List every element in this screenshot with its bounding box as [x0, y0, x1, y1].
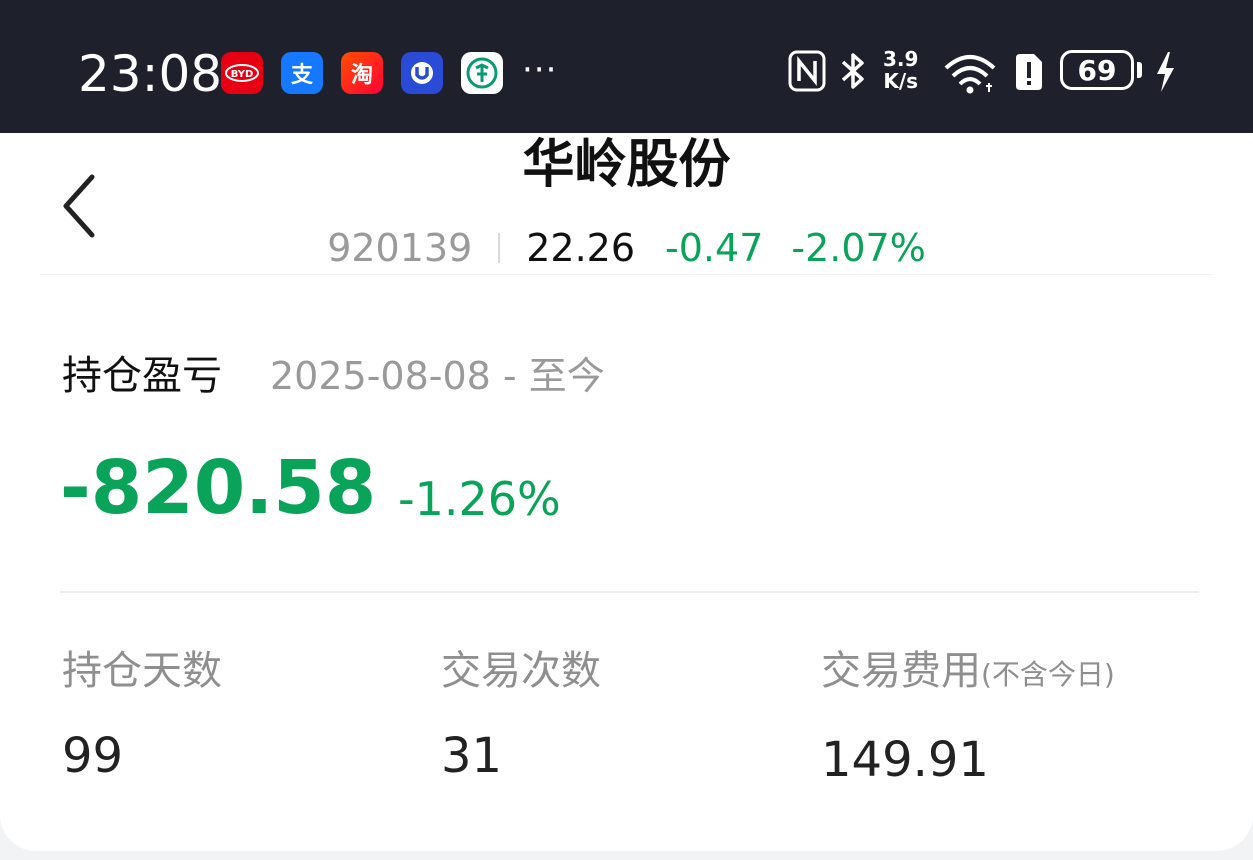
stat-trade-count: 交易次数 31 — [441, 645, 601, 785]
wifi-icon — [942, 50, 998, 98]
stock-code: 920139 — [327, 226, 473, 270]
price-change: -0.47 — [665, 226, 764, 270]
byd-icon: BYD — [221, 52, 263, 94]
pnl-percent: -1.26% — [398, 472, 561, 526]
alipay-icon: 支 — [281, 52, 323, 94]
charging-icon — [1152, 50, 1178, 98]
stat-trade-fees: 交易费用(不含今日) 149.91 — [821, 645, 1115, 789]
stat-value: 99 — [62, 728, 124, 784]
pnl-date-range: 2025-08-08 - 至今 — [270, 354, 605, 398]
stock-name: 华岭股份 — [522, 135, 731, 195]
position-card: 华岭股份 920139 22.26 -0.47 -2.07% 持仓盈亏 2025… — [0, 133, 1253, 851]
stat-holding-days: 持仓天数 99 — [62, 645, 222, 785]
quote-separator — [498, 233, 501, 263]
bluetooth-icon — [838, 50, 868, 96]
nfc-icon — [788, 50, 826, 96]
status-time: 23:08 — [78, 45, 223, 103]
stat-value: 31 — [441, 728, 503, 784]
stat-label-text: 交易次数 — [441, 648, 601, 694]
taobao-icon: 淘 — [341, 52, 383, 94]
price-change-pct: -2.07% — [791, 226, 926, 270]
status-bar: 23:08 BYD 支 淘 ··· 3.9 K/s 69 — [0, 0, 1253, 133]
svg-text:BYD: BYD — [231, 69, 254, 80]
alipay-glyph: 支 — [290, 63, 313, 88]
stat-value: 149.91 — [821, 732, 989, 788]
header-divider — [40, 274, 1213, 275]
stat-label: 交易次数 — [441, 645, 601, 697]
taobao-glyph: 淘 — [350, 63, 373, 88]
network-speed: 3.9 K/s — [883, 48, 918, 92]
pnl-value: -820.58 — [60, 445, 377, 531]
stat-label-text: 持仓天数 — [62, 648, 222, 694]
section-divider — [60, 591, 1199, 593]
stat-label: 交易费用(不含今日) — [821, 645, 1115, 701]
ucard-icon — [401, 52, 443, 94]
battery-level: 69 — [1077, 53, 1117, 87]
pnl-label: 持仓盈亏 — [62, 353, 222, 399]
network-speed-value: 3.9 — [883, 47, 919, 71]
sim-alert-icon — [1012, 52, 1044, 96]
quote-row: 920139 22.26 -0.47 -2.07% — [0, 225, 1253, 271]
battery-indicator: 69 — [1060, 50, 1134, 90]
stat-note: (不含今日) — [981, 658, 1115, 691]
network-speed-unit: K/s — [883, 69, 919, 93]
abc-bank-icon — [461, 52, 503, 94]
stat-label: 持仓天数 — [62, 645, 222, 697]
stock-price: 22.26 — [526, 226, 636, 270]
more-notifications-icon: ··· — [522, 50, 558, 90]
battery-tip — [1137, 62, 1142, 78]
stat-label-text: 交易费用 — [821, 648, 981, 694]
